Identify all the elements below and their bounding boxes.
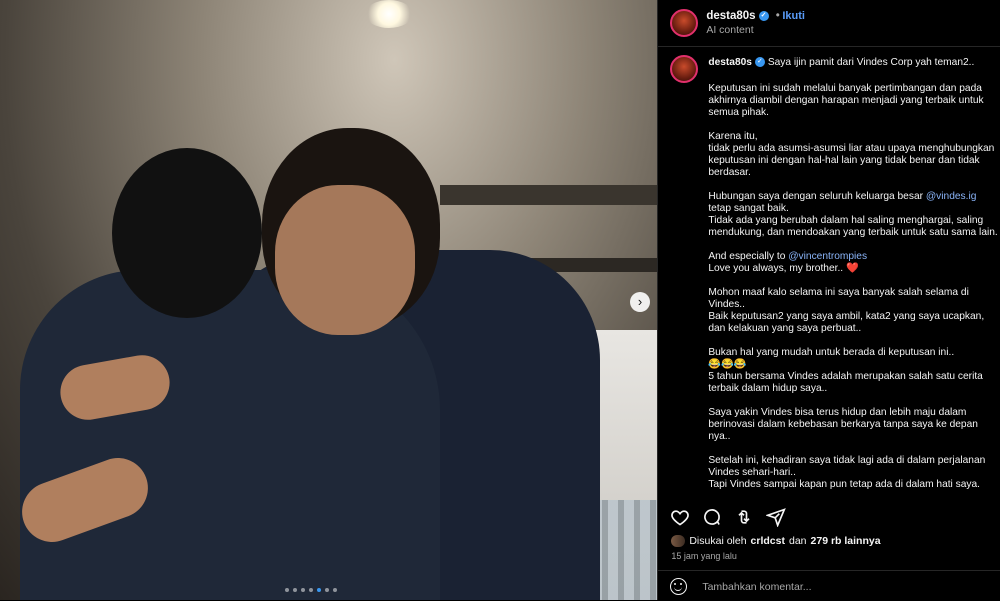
next-slide-button[interactable]: › xyxy=(630,292,650,312)
verified-icon: ✓ xyxy=(754,57,765,68)
person-face xyxy=(275,185,415,335)
caption-paragraph: Setelah ini, kehadiran saya tidak lagi a… xyxy=(708,455,986,490)
likes-summary: Disukai oleh crldcst dan 279 rb lainnya xyxy=(671,535,881,547)
send-icon[interactable] xyxy=(766,507,787,527)
action-bar xyxy=(670,507,787,527)
person-head xyxy=(112,148,262,318)
likes-prefix: Disukai oleh xyxy=(689,535,747,547)
ceiling-beam xyxy=(440,185,658,205)
username-text[interactable]: desta80s xyxy=(706,10,755,22)
liker-username[interactable]: crldcst xyxy=(751,535,785,547)
caption-paragraph: Bukan hal yang mudah untuk berada di kep… xyxy=(708,347,983,394)
heart-icon[interactable] xyxy=(670,507,690,527)
carousel-dot xyxy=(293,588,297,592)
post-caption: desta80s ✓ Saya ijin pamit dari Vindes Co… xyxy=(708,57,1000,502)
ceiling-light xyxy=(365,0,413,28)
caption-username[interactable]: desta80s xyxy=(708,57,752,68)
caption-paragraph: And especially to @vincentrompies Love y… xyxy=(708,251,868,274)
post-photo[interactable]: › xyxy=(0,0,658,600)
carousel-dot xyxy=(317,588,321,592)
carousel-dot xyxy=(325,588,329,592)
share-icon[interactable] xyxy=(734,507,754,527)
mention-link[interactable]: @vincentrompies xyxy=(788,251,867,262)
caption-paragraph: Keputusan ini sudah melalui banyak perti… xyxy=(708,83,984,118)
carousel-indicator xyxy=(285,588,337,592)
carousel-dot xyxy=(309,588,313,592)
chevron-right-icon: › xyxy=(637,294,643,309)
post-timestamp[interactable]: 15 jam yang lalu xyxy=(671,551,737,561)
liker-avatar[interactable] xyxy=(671,535,686,547)
caption-paragraph: Karena itu, tidak perlu ada asumsi-asums… xyxy=(708,131,995,178)
comment-icon[interactable] xyxy=(702,507,722,527)
avatar[interactable] xyxy=(670,9,699,37)
follow-button[interactable]: Ikuti xyxy=(782,10,805,22)
post-viewer: › desta80s ✓ • Ikuti AI content desta80s ✓… xyxy=(0,0,1000,600)
likes-connector: dan xyxy=(788,535,807,547)
comment-bar xyxy=(658,570,1000,601)
caption-first-line: desta80s ✓ Saya ijin pamit dari Vindes Co… xyxy=(708,57,1000,69)
comment-input[interactable] xyxy=(700,577,985,597)
carousel-dot xyxy=(285,588,289,592)
caption-avatar[interactable] xyxy=(670,55,699,83)
ai-content-label: AI content xyxy=(706,24,754,36)
likes-count[interactable]: 279 rb lainnya xyxy=(811,535,881,547)
separator-dot: • xyxy=(775,10,780,22)
carousel-dot xyxy=(301,588,305,592)
carousel-dot xyxy=(333,588,337,592)
caption-paragraph: Saya yakin Vindes bisa terus hidup dan l… xyxy=(708,407,978,442)
caption-paragraph: Hubungan saya dengan seluruh keluarga be… xyxy=(708,191,998,238)
caption-headline: Saya ijin pamit dari Vindes Corp yah tem… xyxy=(767,57,975,68)
post-header: desta80s ✓ • Ikuti AI content xyxy=(658,0,1000,47)
emoji-icon[interactable] xyxy=(670,578,688,595)
header-username[interactable]: desta80s ✓ • xyxy=(706,10,783,22)
verified-icon: ✓ xyxy=(758,10,769,21)
mention-link[interactable]: @vindes.ig xyxy=(926,191,977,202)
post-sidebar: desta80s ✓ • Ikuti AI content desta80s ✓ S… xyxy=(657,0,1000,600)
caption-paragraph: Mohon maaf kalo selama ini saya banyak s… xyxy=(708,287,985,334)
